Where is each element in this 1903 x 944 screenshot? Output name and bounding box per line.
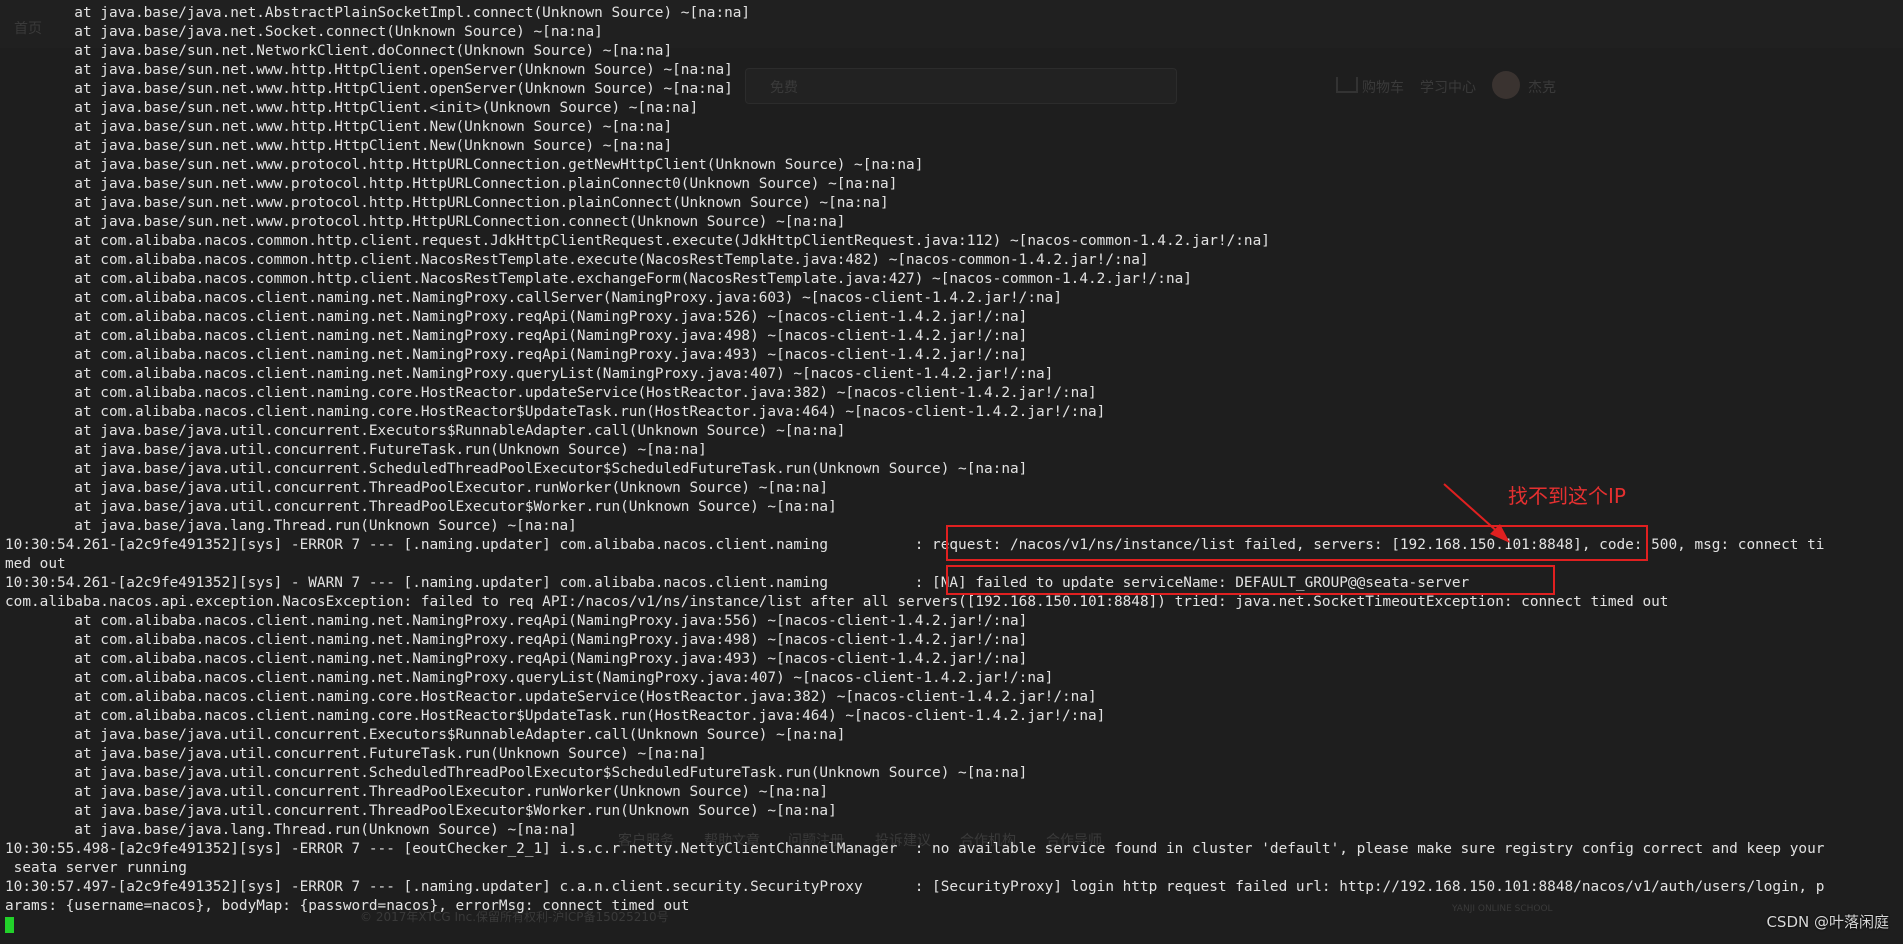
log-line: 10:30:57.497-[a2c9fe491352][sys] -ERROR … bbox=[5, 879, 1825, 895]
terminal-cursor bbox=[5, 917, 14, 933]
log-line: at java.base/java.util.concurrent.Schedu… bbox=[5, 461, 1028, 477]
log-line: at com.alibaba.nacos.client.naming.core.… bbox=[5, 689, 1097, 705]
log-line: at com.alibaba.nacos.client.naming.net.N… bbox=[5, 366, 1054, 382]
log-line: com.alibaba.nacos.api.exception.NacosExc… bbox=[5, 594, 1669, 610]
log-line: at java.base/java.util.concurrent.Schedu… bbox=[5, 765, 1028, 781]
log-line: at com.alibaba.nacos.client.naming.net.N… bbox=[5, 309, 1028, 325]
log-line: at java.base/sun.net.NetworkClient.doCon… bbox=[5, 43, 673, 59]
log-line: at java.base/java.util.concurrent.Future… bbox=[5, 442, 707, 458]
log-line: at com.alibaba.nacos.client.naming.core.… bbox=[5, 385, 1097, 401]
log-line: at com.alibaba.nacos.client.naming.net.N… bbox=[5, 632, 1028, 648]
prompt-line[interactable] bbox=[5, 916, 1898, 935]
log-line: at com.alibaba.nacos.client.naming.net.N… bbox=[5, 613, 1028, 629]
log-line: at java.base/java.util.concurrent.Thread… bbox=[5, 784, 829, 800]
log-line: at java.base/sun.net.www.protocol.http.H… bbox=[5, 176, 898, 192]
log-line: at java.base/sun.net.www.protocol.http.H… bbox=[5, 214, 846, 230]
log-line: at java.base/java.util.concurrent.Execut… bbox=[5, 423, 846, 439]
terminal-window[interactable]: 首页 免费 购物车 学习中心 杰克 客户服务 帮助文章 问题注册 投诉建议 合作… bbox=[0, 0, 1903, 944]
log-line: at java.base/sun.net.www.http.HttpClient… bbox=[5, 81, 733, 97]
annotation-label: 找不到这个IP bbox=[1508, 484, 1626, 508]
log-line: at com.alibaba.nacos.client.naming.net.N… bbox=[5, 290, 1062, 306]
log-line: seata server running bbox=[5, 860, 187, 876]
log-line: at java.base/sun.net.www.http.HttpClient… bbox=[5, 119, 673, 135]
log-line: at com.alibaba.nacos.client.naming.net.N… bbox=[5, 328, 1028, 344]
log-line: at com.alibaba.nacos.client.naming.core.… bbox=[5, 404, 1106, 420]
log-line: at java.base/sun.net.www.protocol.http.H… bbox=[5, 157, 924, 173]
log-line: at com.alibaba.nacos.common.http.client.… bbox=[5, 271, 1192, 287]
log-line: at com.alibaba.nacos.client.naming.net.N… bbox=[5, 347, 1028, 363]
log-line: at java.base/java.util.concurrent.Future… bbox=[5, 746, 707, 762]
failed-request-highlight bbox=[946, 525, 1648, 561]
log-line: arams: {username=nacos}, bodyMap: {passw… bbox=[5, 898, 690, 914]
log-line: at java.base/sun.net.www.protocol.http.H… bbox=[5, 195, 889, 211]
csdn-watermark: CSDN @叶落闲庭 bbox=[1766, 913, 1889, 931]
log-line: at java.base/java.net.Socket.connect(Unk… bbox=[5, 24, 603, 40]
log-line: at com.alibaba.nacos.client.naming.net.N… bbox=[5, 670, 1054, 686]
log-line: at java.base/java.lang.Thread.run(Unknow… bbox=[5, 822, 577, 838]
log-line: at java.base/java.util.concurrent.Thread… bbox=[5, 803, 837, 819]
log-line: at com.alibaba.nacos.common.http.client.… bbox=[5, 233, 1270, 249]
log-line: at java.base/java.util.concurrent.Execut… bbox=[5, 727, 846, 743]
log-line: at com.alibaba.nacos.client.naming.core.… bbox=[5, 708, 1106, 724]
log-line: at com.alibaba.nacos.common.http.client.… bbox=[5, 252, 1149, 268]
log-line: at java.base/sun.net.www.http.HttpClient… bbox=[5, 138, 673, 154]
log-line: 10:30:55.498-[a2c9fe491352][sys] -ERROR … bbox=[5, 841, 1825, 857]
log-line: at com.alibaba.nacos.client.naming.net.N… bbox=[5, 651, 1028, 667]
log-line: at java.base/sun.net.www.http.HttpClient… bbox=[5, 100, 699, 116]
terminal-output: at java.base/java.net.AbstractPlainSocke… bbox=[5, 4, 1898, 935]
log-line: at java.base/java.net.AbstractPlainSocke… bbox=[5, 5, 751, 21]
failed-update-highlight bbox=[946, 565, 1555, 595]
log-line: at java.base/sun.net.www.http.HttpClient… bbox=[5, 62, 733, 78]
